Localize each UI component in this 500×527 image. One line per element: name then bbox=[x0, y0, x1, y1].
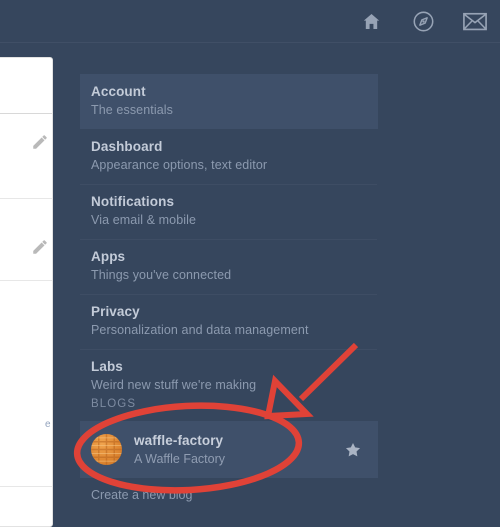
menu-item-title: Dashboard bbox=[91, 139, 163, 154]
waffle-avatar bbox=[91, 434, 122, 465]
background-post-panel: e bbox=[0, 57, 53, 527]
settings-menu-item-dashboard[interactable]: Dashboard Appearance options, text edito… bbox=[80, 129, 378, 184]
blog-name: waffle-factory bbox=[134, 432, 224, 448]
menu-item-subtitle: Via email & mobile bbox=[91, 213, 197, 227]
star-icon[interactable] bbox=[344, 441, 362, 459]
settings-menu-item-apps[interactable]: Apps Things you've connected bbox=[80, 239, 378, 294]
envelope-icon[interactable] bbox=[462, 8, 488, 34]
compass-icon[interactable] bbox=[410, 8, 436, 34]
settings-menu-item-account[interactable]: Account The essentials bbox=[80, 74, 378, 129]
home-icon-glyph bbox=[363, 13, 379, 29]
top-navigation-bar bbox=[0, 0, 500, 43]
edit-pencil-icon[interactable] bbox=[31, 238, 49, 256]
blog-text-block: waffle-factory A Waffle Factory bbox=[134, 432, 344, 468]
menu-item-title: Privacy bbox=[91, 304, 140, 319]
blog-list-item[interactable]: waffle-factory A Waffle Factory bbox=[80, 421, 378, 478]
blog-description: A Waffle Factory bbox=[134, 451, 226, 466]
menu-item-title: Apps bbox=[91, 249, 126, 264]
panel-divider bbox=[0, 198, 52, 199]
panel-text-fragment: e bbox=[45, 419, 51, 430]
panel-divider bbox=[0, 113, 52, 114]
edit-pencil-icon[interactable] bbox=[31, 133, 49, 151]
envelope-icon-glyph bbox=[463, 12, 487, 30]
top-nav-icon-group bbox=[358, 0, 488, 42]
settings-menu-item-notifications[interactable]: Notifications Via email & mobile bbox=[80, 184, 378, 239]
settings-menu: Account The essentials Dashboard Appeara… bbox=[80, 74, 378, 404]
home-icon[interactable] bbox=[358, 8, 384, 34]
panel-divider bbox=[0, 486, 52, 487]
menu-item-subtitle: Things you've connected bbox=[91, 268, 232, 282]
menu-item-subtitle: Weird new stuff we're making bbox=[91, 378, 257, 392]
menu-item-subtitle: Appearance options, text editor bbox=[91, 158, 268, 172]
menu-item-title: Account bbox=[91, 84, 146, 99]
menu-item-title: Notifications bbox=[91, 194, 175, 209]
blogs-section-heading: BLOGS bbox=[91, 398, 137, 410]
menu-item-subtitle: Personalization and data management bbox=[91, 323, 309, 337]
menu-item-subtitle: The essentials bbox=[91, 103, 173, 117]
menu-item-title: Labs bbox=[91, 359, 123, 374]
create-new-blog-link[interactable]: Create a new blog bbox=[80, 487, 378, 504]
panel-divider bbox=[0, 280, 52, 281]
waffle-avatar-pattern bbox=[91, 434, 122, 465]
compass-icon-glyph bbox=[413, 11, 433, 31]
settings-menu-item-privacy[interactable]: Privacy Personalization and data managem… bbox=[80, 294, 378, 349]
blogs-section: BLOGS waffle-factory A Waffle Factory Cr… bbox=[80, 396, 378, 504]
